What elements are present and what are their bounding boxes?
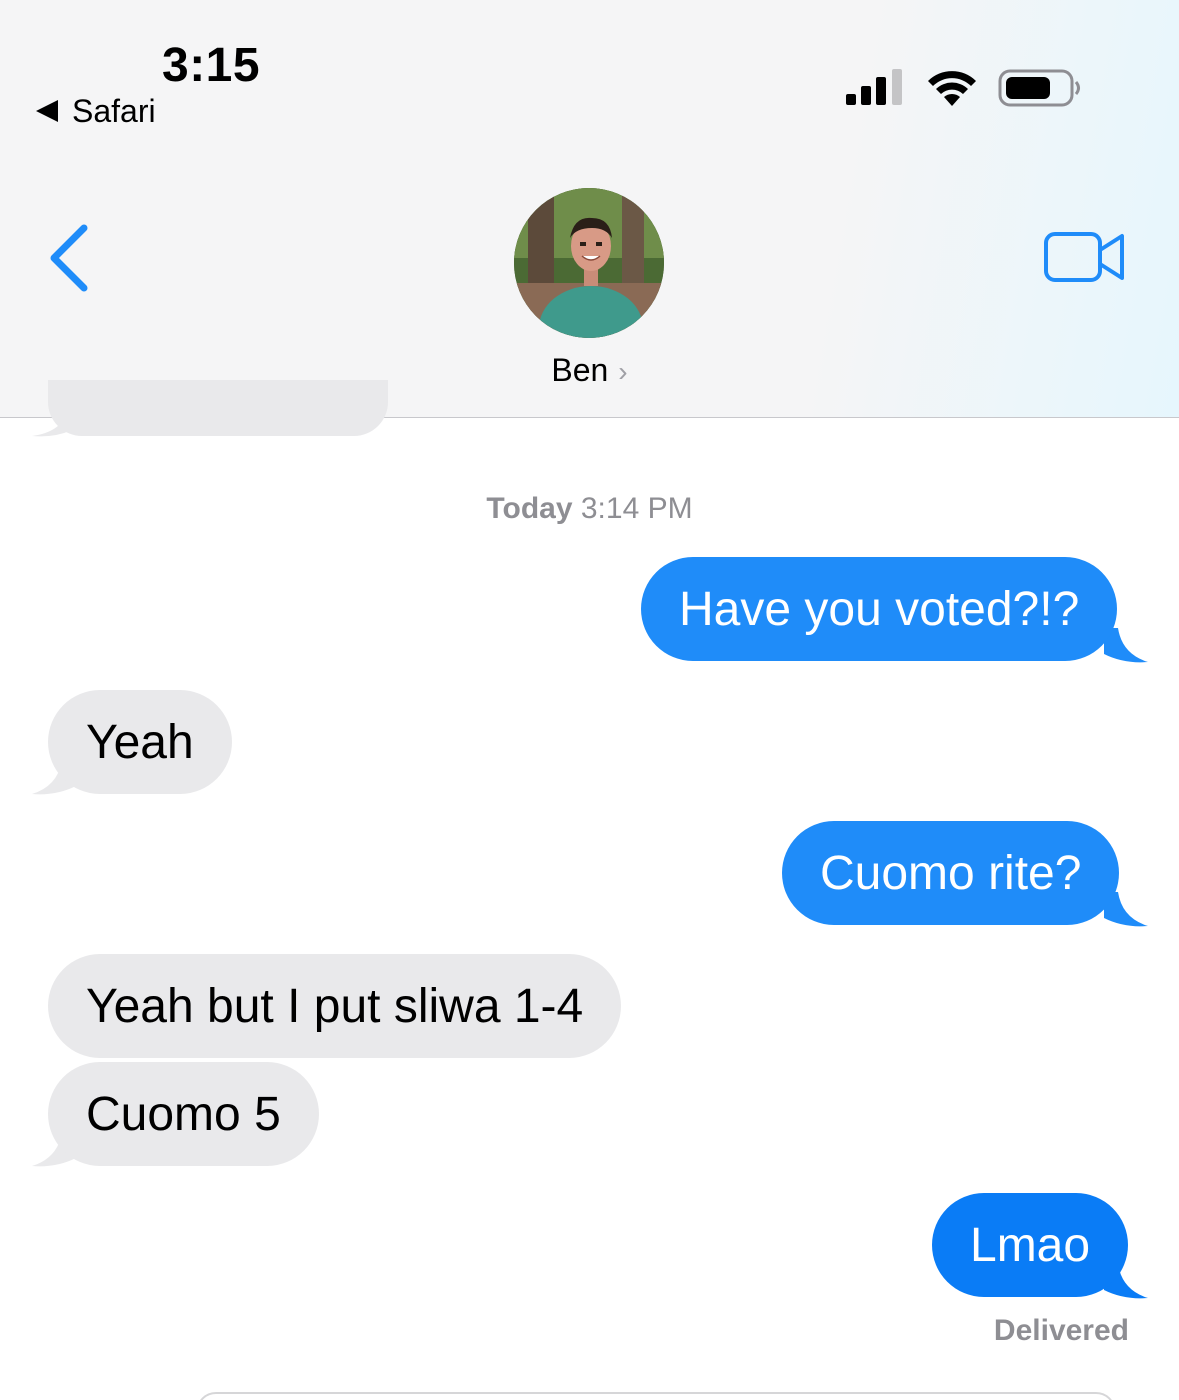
outgoing-message-bubble[interactable]: Have you voted?!? bbox=[641, 557, 1118, 661]
back-to-app-link[interactable]: Safari bbox=[36, 92, 156, 130]
message-text: Cuomo rite? bbox=[820, 846, 1082, 900]
back-app-label: Safari bbox=[72, 92, 156, 129]
contact-photo bbox=[514, 188, 664, 338]
incoming-message-bubble[interactable]: Cuomo 5 bbox=[48, 1062, 319, 1166]
bubble-tail bbox=[32, 410, 72, 437]
delivery-status: Delivered bbox=[993, 1314, 1129, 1347]
message-text: Yeah bbox=[86, 715, 194, 769]
wifi-icon bbox=[928, 71, 976, 106]
message-text: Lmao bbox=[970, 1218, 1091, 1272]
message-input-field[interactable] bbox=[196, 1392, 1116, 1400]
contact-name: Ben bbox=[551, 352, 609, 388]
conversation-header: 3:15 Safari Ben › bbox=[0, 0, 1179, 418]
avatar[interactable] bbox=[514, 188, 664, 338]
previous-message-bubble bbox=[48, 380, 388, 436]
timestamp-time: 3:14 PM bbox=[580, 492, 693, 525]
outgoing-message-bubble[interactable]: Cuomo rite? bbox=[782, 821, 1120, 925]
timestamp-day: Today bbox=[486, 492, 573, 525]
contact-chevron-icon: › bbox=[618, 356, 628, 387]
status-bar-time: 3:15 bbox=[162, 39, 261, 92]
battery-icon bbox=[998, 69, 1080, 107]
chevron-left-icon[interactable] bbox=[44, 222, 94, 294]
message-text: Yeah but I put sliwa 1-4 bbox=[86, 979, 584, 1033]
incoming-message-bubble[interactable]: Yeah bbox=[48, 690, 232, 794]
incoming-message-bubble[interactable]: Yeah but I put sliwa 1-4 bbox=[48, 954, 622, 1058]
message-timestamp: Today 3:14 PM bbox=[0, 492, 1179, 526]
video-camera-icon[interactable] bbox=[1042, 228, 1128, 286]
message-text: Have you voted?!? bbox=[679, 582, 1080, 636]
message-text: Cuomo 5 bbox=[86, 1087, 281, 1141]
back-triangle-icon bbox=[36, 100, 58, 122]
outgoing-message-bubble[interactable]: Lmao bbox=[932, 1193, 1129, 1297]
cellular-signal-icon bbox=[846, 69, 902, 105]
